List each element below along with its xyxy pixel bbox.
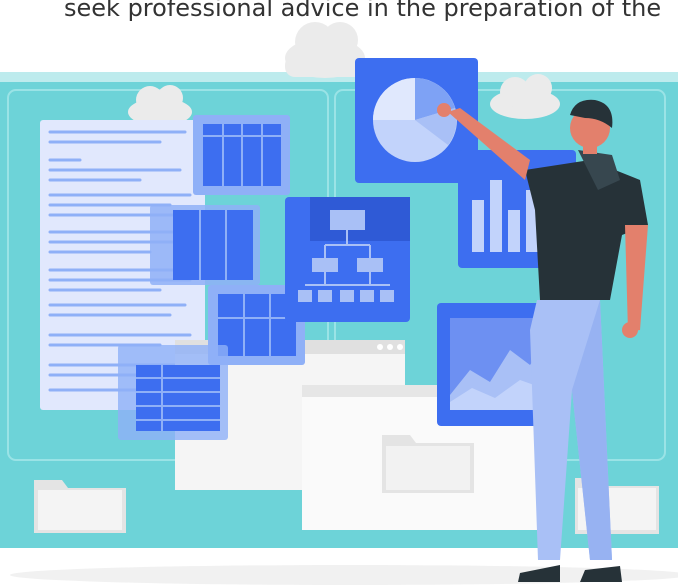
table-card <box>150 205 260 285</box>
table-card <box>193 115 290 195</box>
org-chart-card <box>285 197 410 322</box>
ground-shadow <box>10 565 678 585</box>
cloud-icon <box>285 22 365 78</box>
data-analysis-illustration <box>0 22 678 585</box>
table-card <box>118 345 228 440</box>
folder-icon <box>382 435 474 493</box>
